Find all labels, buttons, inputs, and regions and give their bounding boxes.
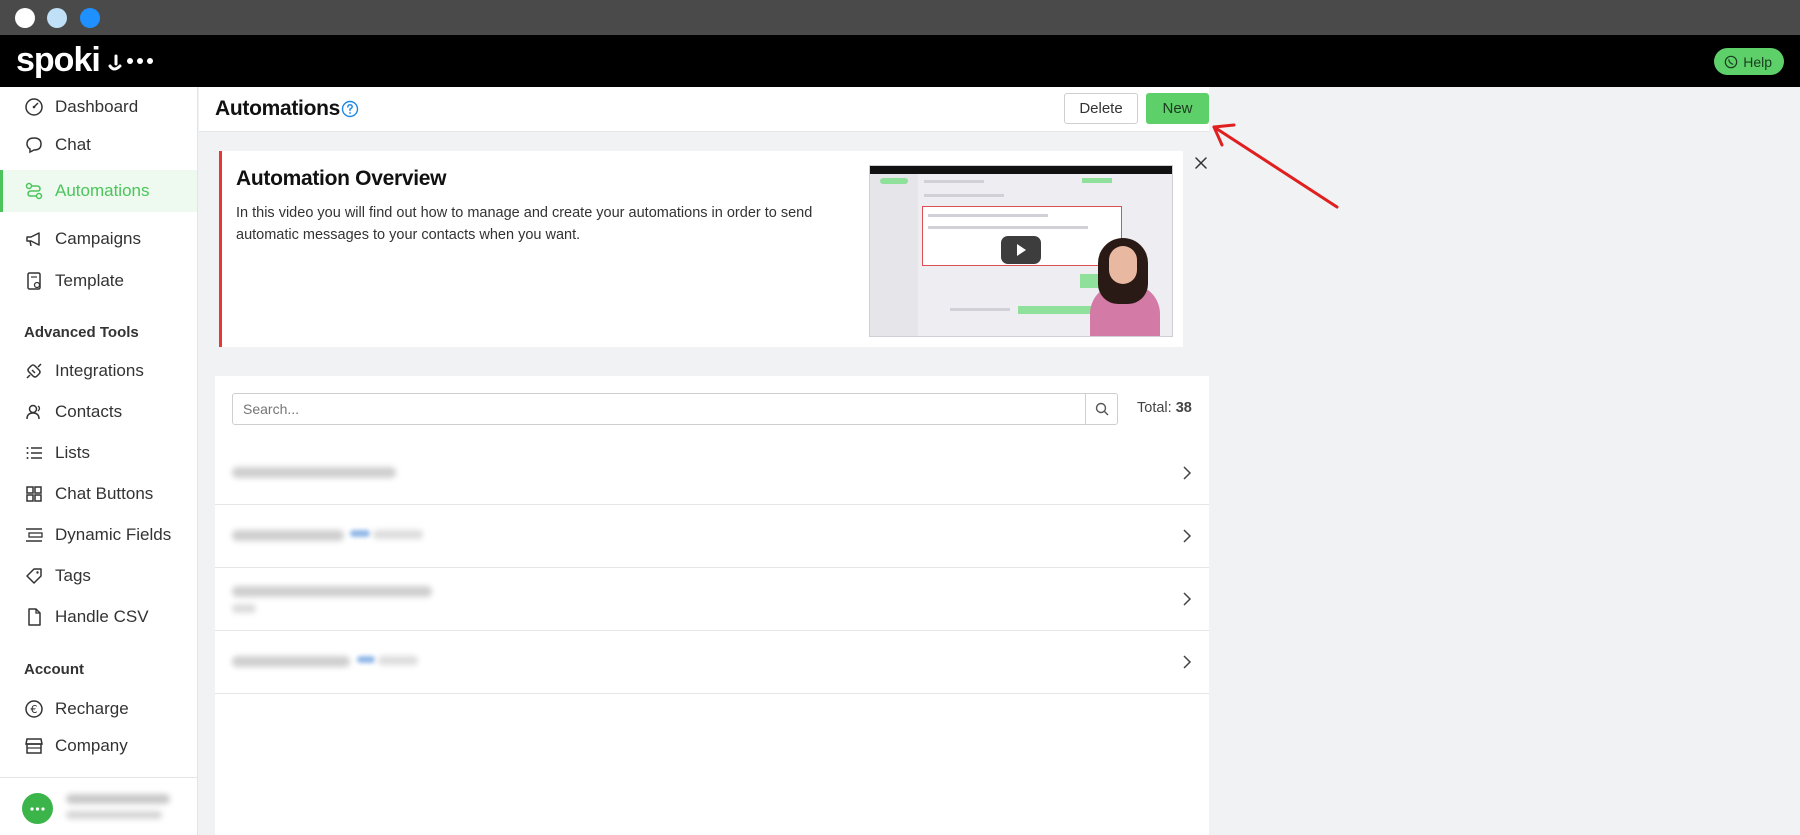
list-item[interactable]	[215, 505, 1209, 568]
redacted-automation-name	[232, 656, 350, 667]
page-header: Automations Delete New	[199, 87, 1209, 132]
sidebar-item-contacts[interactable]: Contacts	[0, 393, 197, 431]
overview-description: In this video you will find out how to m…	[236, 205, 813, 243]
close-icon[interactable]	[1194, 156, 1208, 170]
list-item[interactable]	[215, 568, 1209, 631]
chevron-right-icon	[1183, 529, 1192, 543]
top-bar: spoki Help	[0, 35, 1800, 87]
sidebar-item-automations[interactable]: Automations	[0, 170, 197, 212]
total-label: Total:	[1137, 400, 1172, 416]
redacted-automation-name	[232, 586, 432, 597]
sidebar-item-label: Contacts	[55, 402, 123, 421]
list-item[interactable]	[215, 631, 1209, 694]
user-email-redacted	[66, 811, 162, 819]
total-count: Total: 38	[1137, 400, 1192, 416]
sidebar-item-label: Chat Buttons	[55, 484, 154, 503]
page-title: Automations	[215, 97, 341, 120]
chevron-right-icon	[1183, 592, 1192, 606]
overview-video-thumbnail[interactable]	[869, 165, 1173, 337]
delete-button[interactable]: Delete	[1064, 93, 1138, 124]
section-title-account: Account	[24, 661, 84, 678]
chevron-right-icon	[1183, 655, 1192, 669]
sidebar-item-label: Chat	[55, 135, 91, 154]
sidebar-item-dashboard[interactable]: Dashboard	[0, 88, 197, 126]
sidebar-item-label: Lists	[55, 443, 90, 462]
brand-name: spoki	[16, 41, 101, 79]
tag-icon	[24, 566, 44, 586]
redacted-automation-name	[232, 467, 396, 478]
sidebar-item-campaigns[interactable]: Campaigns	[0, 220, 197, 258]
help-label: Help	[1743, 53, 1772, 70]
whatsapp-icon	[1724, 55, 1738, 68]
megaphone-icon	[24, 229, 44, 249]
grid-icon	[24, 484, 44, 504]
list-item[interactable]	[215, 442, 1209, 505]
sidebar-item-label: Campaigns	[55, 229, 141, 248]
store-icon	[24, 736, 44, 756]
gauge-icon	[24, 97, 44, 117]
redacted-automation-name	[232, 530, 344, 541]
total-value: 38	[1175, 400, 1192, 416]
sidebar-item-company[interactable]: Company	[0, 727, 197, 765]
sidebar-item-tags[interactable]: Tags	[0, 557, 197, 595]
automations-list-card: Total: 38	[215, 376, 1209, 835]
template-icon	[24, 271, 44, 291]
sidebar-item-label: Dashboard	[55, 97, 139, 116]
contacts-icon	[24, 402, 44, 422]
avatar	[22, 793, 53, 824]
sidebar-item-label: Handle CSV	[55, 607, 149, 626]
section-title-advanced: Advanced Tools	[24, 324, 139, 341]
sidebar-item-integrations[interactable]: Integrations	[0, 352, 197, 390]
chat-bubble-icon	[24, 135, 44, 155]
help-circle-icon[interactable]	[341, 100, 359, 118]
sidebar-item-dynamic-fields[interactable]: Dynamic Fields	[0, 516, 197, 554]
window-minimize-dot[interactable]	[47, 8, 67, 28]
chevron-right-icon	[1183, 466, 1192, 480]
window-titlebar	[0, 0, 1800, 35]
sidebar-item-label: Dynamic Fields	[55, 525, 172, 544]
brand-logo[interactable]: spoki	[16, 41, 156, 80]
help-button[interactable]: Help	[1714, 48, 1784, 75]
sidebar-item-label: Template	[55, 271, 124, 290]
user-profile[interactable]	[0, 777, 197, 835]
search-input[interactable]	[232, 393, 1086, 425]
play-icon[interactable]	[1001, 236, 1041, 264]
user-name-redacted	[66, 794, 170, 804]
svg-text:€: €	[31, 703, 38, 716]
search-icon	[1095, 402, 1108, 416]
list-icon	[24, 443, 44, 463]
fields-icon	[24, 525, 44, 545]
overview-title: Automation Overview	[236, 167, 447, 190]
sidebar-item-label: Recharge	[55, 699, 129, 718]
sidebar-item-recharge[interactable]: € Recharge	[0, 690, 197, 728]
euro-icon: €	[24, 699, 44, 719]
sidebar-item-label: Integrations	[55, 361, 144, 380]
annotation-arrow-icon	[1212, 123, 1339, 209]
search-button[interactable]	[1085, 393, 1118, 425]
automation-overview-card: Automation Overview In this video you wi…	[219, 151, 1183, 347]
sidebar-item-template[interactable]: Template	[0, 262, 197, 300]
sidebar: Dashboard Chat Automations Campaigns Tem…	[0, 87, 198, 835]
automation-icon	[24, 181, 44, 201]
sidebar-item-handle-csv[interactable]: Handle CSV	[0, 598, 197, 636]
sidebar-item-lists[interactable]: Lists	[0, 434, 197, 472]
sidebar-item-label: Company	[55, 736, 128, 755]
sidebar-item-chat-buttons[interactable]: Chat Buttons	[0, 475, 197, 513]
sidebar-item-label: Tags	[55, 566, 91, 585]
sidebar-item-chat[interactable]: Chat	[0, 126, 197, 164]
csv-file-icon	[24, 607, 44, 627]
window-close-dot[interactable]	[15, 8, 35, 28]
window-maximize-dot[interactable]	[80, 8, 100, 28]
brand-mark-icon	[108, 54, 153, 70]
sidebar-item-label: Automations	[55, 181, 150, 200]
plug-icon	[24, 361, 44, 381]
